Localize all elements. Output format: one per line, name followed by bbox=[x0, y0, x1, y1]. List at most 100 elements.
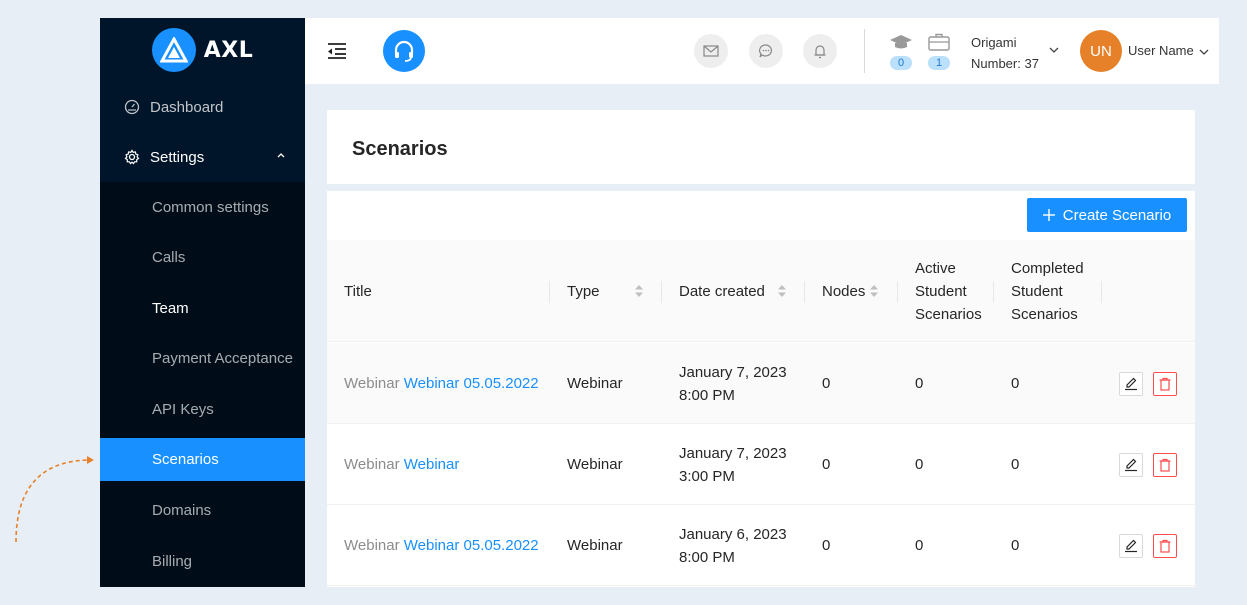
headset-icon bbox=[394, 40, 414, 62]
sidebar-item-team[interactable]: Team bbox=[100, 287, 305, 330]
avatar[interactable]: UN bbox=[1080, 30, 1122, 72]
chat-icon bbox=[759, 44, 772, 58]
column-nodes[interactable]: Nodes bbox=[822, 280, 865, 303]
menu-fold-icon[interactable] bbox=[327, 42, 347, 60]
sidebar-item-common-settings[interactable]: Common settings bbox=[100, 186, 305, 229]
scenario-link[interactable]: Webinar 05.05.2022 bbox=[404, 375, 539, 392]
column-divider bbox=[993, 281, 994, 303]
edit-button[interactable] bbox=[1119, 534, 1143, 558]
column-divider bbox=[661, 281, 662, 303]
edit-button[interactable] bbox=[1119, 453, 1143, 477]
scenario-type-prefix: Webinar bbox=[344, 375, 400, 392]
type-cell: Webinar bbox=[567, 537, 623, 554]
table-row[interactable]: Webinar Webinar 05.05.2022 Webinar Janua… bbox=[327, 343, 1195, 424]
delete-button[interactable] bbox=[1153, 453, 1177, 477]
create-scenario-label: Create Scenario bbox=[1062, 206, 1172, 224]
brand-logo[interactable]: AXL bbox=[100, 18, 305, 82]
scenarios-table-card: Create Scenario Title Type Date created … bbox=[327, 191, 1195, 587]
user-name[interactable]: User Name bbox=[1128, 43, 1194, 58]
sidebar-item-calls[interactable]: Calls bbox=[100, 236, 305, 279]
settings-submenu: Common settings Calls Team Payment Accep… bbox=[100, 182, 305, 587]
scenario-title-cell: Webinar Webinar bbox=[344, 453, 459, 476]
chevron-down-icon[interactable] bbox=[1048, 44, 1060, 56]
scenario-link[interactable]: Webinar 05.05.2022 bbox=[404, 537, 539, 554]
sidebar-item-api-keys[interactable]: API Keys bbox=[100, 388, 305, 431]
table-row[interactable]: Webinar Webinar 05.05.2022 Webinar Janua… bbox=[327, 505, 1195, 586]
active-scenarios-cell: 0 bbox=[915, 375, 924, 392]
top-header: 0 1 Origami Number: 37 UN User Name bbox=[305, 18, 1219, 84]
delete-button[interactable] bbox=[1153, 372, 1177, 396]
graduation-cap-icon bbox=[890, 35, 912, 49]
dashboard-icon bbox=[124, 99, 140, 115]
mail-icon bbox=[703, 45, 719, 57]
mail-button[interactable] bbox=[694, 34, 728, 68]
column-date-created[interactable]: Date created bbox=[679, 280, 765, 303]
header-divider bbox=[864, 29, 865, 73]
completed-scenarios-cell: 0 bbox=[1011, 456, 1020, 473]
briefcase-icon bbox=[928, 33, 950, 51]
page-title-card: Scenarios bbox=[327, 110, 1195, 184]
completed-scenarios-cell: 0 bbox=[1011, 375, 1020, 392]
sidebar-item-label: Dashboard bbox=[150, 98, 224, 116]
logo-mark-icon bbox=[151, 28, 196, 72]
scenario-type-prefix: Webinar bbox=[344, 456, 400, 473]
scenario-link[interactable]: Webinar bbox=[404, 456, 460, 473]
column-title[interactable]: Title bbox=[344, 280, 372, 303]
sidebar-item-domains[interactable]: Domains bbox=[100, 489, 305, 532]
sidebar-item-dashboard[interactable]: Dashboard bbox=[100, 84, 305, 130]
organization-selector[interactable]: Origami Number: 37 bbox=[971, 32, 1039, 74]
edit-icon bbox=[1125, 539, 1137, 553]
date-created-cell: January 6, 2023 8:00 PM bbox=[679, 526, 787, 566]
nodes-cell: 0 bbox=[822, 375, 831, 392]
sidebar-item-settings[interactable]: Settings bbox=[100, 134, 305, 180]
column-divider bbox=[1101, 281, 1102, 303]
active-scenarios-cell: 0 bbox=[915, 537, 924, 554]
sidebar: AXL Dashboard Settings Common settings C… bbox=[100, 18, 305, 587]
column-type[interactable]: Type bbox=[567, 280, 600, 303]
org-name: Origami bbox=[971, 35, 1017, 50]
trash-icon bbox=[1159, 458, 1171, 472]
scenario-type-prefix: Webinar bbox=[344, 537, 400, 554]
page-title: Scenarios bbox=[352, 138, 448, 160]
students-count-badge: 0 bbox=[890, 56, 912, 70]
brand-name: AXL bbox=[203, 37, 254, 63]
chevron-down-icon[interactable] bbox=[1198, 46, 1210, 58]
sort-icon[interactable] bbox=[777, 283, 787, 299]
trash-icon bbox=[1159, 539, 1171, 553]
delete-button[interactable] bbox=[1153, 534, 1177, 558]
org-number: Number: 37 bbox=[971, 56, 1039, 71]
sidebar-item-billing[interactable]: Billing bbox=[100, 540, 305, 583]
table-header: Title Type Date created Nodes Active Stu… bbox=[327, 240, 1195, 342]
column-completed-student-scenarios[interactable]: Completed Student Scenarios bbox=[1011, 257, 1084, 326]
create-scenario-button[interactable]: Create Scenario bbox=[1027, 198, 1187, 232]
cases-count-badge: 1 bbox=[928, 56, 950, 70]
scenario-title-cell: Webinar Webinar 05.05.2022 bbox=[344, 372, 539, 395]
sidebar-item-payment-acceptance[interactable]: Payment Acceptance bbox=[100, 337, 305, 380]
nodes-cell: 0 bbox=[822, 537, 831, 554]
sort-icon[interactable] bbox=[869, 283, 879, 299]
sort-icon[interactable] bbox=[634, 283, 644, 299]
chat-button[interactable] bbox=[749, 34, 783, 68]
notifications-button[interactable] bbox=[803, 34, 837, 68]
active-scenarios-cell: 0 bbox=[915, 456, 924, 473]
support-button[interactable] bbox=[383, 30, 425, 72]
edit-icon bbox=[1125, 458, 1137, 472]
bell-icon bbox=[814, 45, 826, 59]
chevron-up-icon bbox=[277, 153, 285, 158]
column-divider bbox=[804, 281, 805, 303]
sidebar-item-scenarios[interactable]: Scenarios bbox=[100, 438, 305, 481]
edit-icon bbox=[1125, 377, 1137, 391]
scenario-title-cell: Webinar Webinar 05.05.2022 bbox=[344, 534, 539, 557]
date-created-cell: January 7, 2023 8:00 PM bbox=[679, 364, 787, 404]
type-cell: Webinar bbox=[567, 456, 623, 473]
column-divider bbox=[897, 281, 898, 303]
gear-icon bbox=[124, 149, 140, 165]
plus-icon bbox=[1042, 209, 1055, 221]
completed-scenarios-cell: 0 bbox=[1011, 537, 1020, 554]
column-active-student-scenarios[interactable]: Active Student Scenarios bbox=[915, 257, 982, 326]
edit-button[interactable] bbox=[1119, 372, 1143, 396]
table-row[interactable]: Webinar Webinar Webinar January 7, 2023 … bbox=[327, 424, 1195, 505]
annotation-arrow-icon bbox=[15, 456, 94, 543]
type-cell: Webinar bbox=[567, 375, 623, 392]
nodes-cell: 0 bbox=[822, 456, 831, 473]
